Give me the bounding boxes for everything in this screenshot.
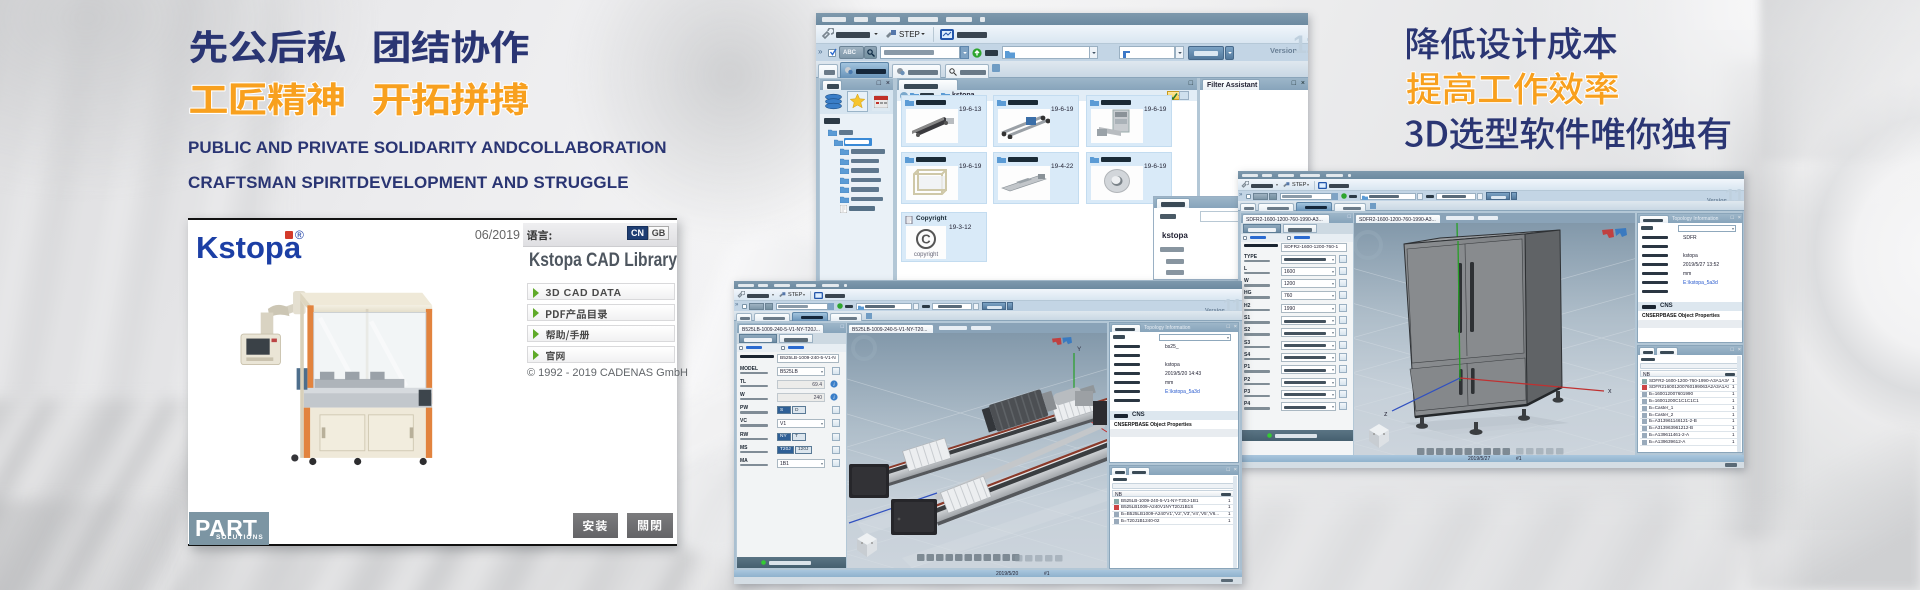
svg-text:z: z	[1384, 411, 1388, 418]
svg-text:C: C	[921, 232, 931, 247]
svg-text:x: x	[1608, 388, 1612, 395]
svg-text:Y: Y	[1077, 346, 1082, 353]
svg-text:copyright: copyright	[914, 252, 939, 258]
